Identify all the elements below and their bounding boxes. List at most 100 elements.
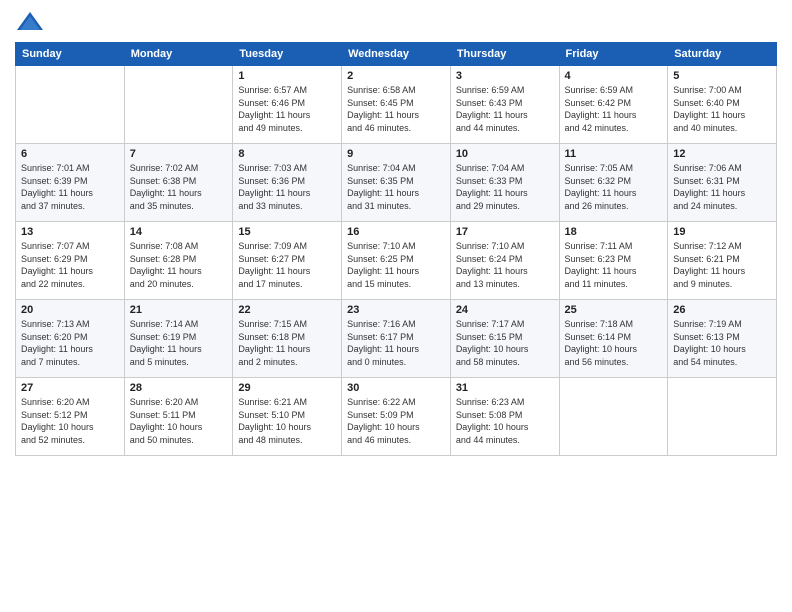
day-cell-2: 2 Sunrise: 6:58 AM Sunset: 6:45 PM Daylig…	[342, 66, 451, 144]
day-cell-21: 21 Sunrise: 7:14 AM Sunset: 6:19 PM Dayli…	[124, 300, 233, 378]
day-number: 8	[238, 148, 336, 160]
day-number: 6	[21, 148, 119, 160]
day-number: 30	[347, 382, 445, 394]
day-detail: Sunrise: 7:16 AM Sunset: 6:17 PM Dayligh…	[347, 318, 445, 368]
day-cell-27: 27 Sunrise: 6:20 AM Sunset: 5:12 PM Dayli…	[16, 378, 125, 456]
day-detail: Sunrise: 7:04 AM Sunset: 6:35 PM Dayligh…	[347, 162, 445, 212]
week-row-5: 27 Sunrise: 6:20 AM Sunset: 5:12 PM Dayli…	[16, 378, 777, 456]
day-cell-24: 24Sunrise: 7:17 AM Sunset: 6:15 PM Dayli…	[450, 300, 559, 378]
day-number: 20	[21, 304, 119, 316]
day-number: 16	[347, 226, 445, 238]
week-row-1: 1 Sunrise: 6:57 AM Sunset: 6:46 PM Daylig…	[16, 66, 777, 144]
day-cell-10: 10Sunrise: 7:04 AM Sunset: 6:33 PM Dayli…	[450, 144, 559, 222]
day-number: 23	[347, 304, 445, 316]
day-number: 26	[673, 304, 771, 316]
day-number: 21	[130, 304, 228, 316]
day-cell-9: 9 Sunrise: 7:04 AM Sunset: 6:35 PM Daylig…	[342, 144, 451, 222]
day-cell-4: 4 Sunrise: 6:59 AM Sunset: 6:42 PM Daylig…	[559, 66, 668, 144]
weekday-header-monday: Monday	[124, 43, 233, 66]
day-cell-12: 12Sunrise: 7:06 AM Sunset: 6:31 PM Dayli…	[668, 144, 777, 222]
day-number: 15	[238, 226, 336, 238]
week-row-3: 13Sunrise: 7:07 AM Sunset: 6:29 PM Dayli…	[16, 222, 777, 300]
weekday-header-row: SundayMondayTuesdayWednesdayThursdayFrid…	[16, 43, 777, 66]
day-cell-13: 13Sunrise: 7:07 AM Sunset: 6:29 PM Dayli…	[16, 222, 125, 300]
day-cell-31: 31 Sunrise: 6:23 AM Sunset: 5:08 PM Dayli…	[450, 378, 559, 456]
day-cell-3: 3 Sunrise: 6:59 AM Sunset: 6:43 PM Daylig…	[450, 66, 559, 144]
day-number: 4	[565, 70, 663, 82]
day-number: 9	[347, 148, 445, 160]
day-cell-8: 8Sunrise: 7:03 AM Sunset: 6:36 PM Daylig…	[233, 144, 342, 222]
day-number: 1	[238, 70, 336, 82]
weekday-header-friday: Friday	[559, 43, 668, 66]
day-cell-19: 19 Sunrise: 7:12 AM Sunset: 6:21 PM Dayli…	[668, 222, 777, 300]
day-number: 14	[130, 226, 228, 238]
empty-cell	[559, 378, 668, 456]
day-cell-6: 6Sunrise: 7:01 AM Sunset: 6:39 PM Daylig…	[16, 144, 125, 222]
day-number: 5	[673, 70, 771, 82]
day-detail: Sunrise: 6:22 AM Sunset: 5:09 PM Dayligh…	[347, 396, 445, 446]
day-detail: Sunrise: 7:09 AM Sunset: 6:27 PM Dayligh…	[238, 240, 336, 290]
day-detail: Sunrise: 7:02 AM Sunset: 6:38 PM Dayligh…	[130, 162, 228, 212]
day-number: 11	[565, 148, 663, 160]
day-detail: Sunrise: 7:06 AM Sunset: 6:31 PM Dayligh…	[673, 162, 771, 212]
day-detail: Sunrise: 6:58 AM Sunset: 6:45 PM Dayligh…	[347, 84, 445, 134]
empty-cell	[16, 66, 125, 144]
day-detail: Sunrise: 6:23 AM Sunset: 5:08 PM Dayligh…	[456, 396, 554, 446]
day-detail: Sunrise: 6:57 AM Sunset: 6:46 PM Dayligh…	[238, 84, 336, 134]
weekday-header-saturday: Saturday	[668, 43, 777, 66]
day-detail: Sunrise: 7:12 AM Sunset: 6:21 PM Dayligh…	[673, 240, 771, 290]
day-detail: Sunrise: 6:59 AM Sunset: 6:43 PM Dayligh…	[456, 84, 554, 134]
day-number: 29	[238, 382, 336, 394]
day-number: 7	[130, 148, 228, 160]
day-detail: Sunrise: 7:14 AM Sunset: 6:19 PM Dayligh…	[130, 318, 228, 368]
empty-cell	[124, 66, 233, 144]
weekday-header-wednesday: Wednesday	[342, 43, 451, 66]
day-detail: Sunrise: 7:19 AM Sunset: 6:13 PM Dayligh…	[673, 318, 771, 368]
day-detail: Sunrise: 7:10 AM Sunset: 6:25 PM Dayligh…	[347, 240, 445, 290]
day-number: 22	[238, 304, 336, 316]
day-detail: Sunrise: 7:00 AM Sunset: 6:40 PM Dayligh…	[673, 84, 771, 134]
day-detail: Sunrise: 6:20 AM Sunset: 5:12 PM Dayligh…	[21, 396, 119, 446]
day-number: 2	[347, 70, 445, 82]
day-number: 17	[456, 226, 554, 238]
empty-cell	[668, 378, 777, 456]
day-cell-14: 14 Sunrise: 7:08 AM Sunset: 6:28 PM Dayli…	[124, 222, 233, 300]
day-cell-25: 25 Sunrise: 7:18 AM Sunset: 6:14 PM Dayli…	[559, 300, 668, 378]
day-detail: Sunrise: 7:05 AM Sunset: 6:32 PM Dayligh…	[565, 162, 663, 212]
day-cell-16: 16 Sunrise: 7:10 AM Sunset: 6:25 PM Dayli…	[342, 222, 451, 300]
day-detail: Sunrise: 7:07 AM Sunset: 6:29 PM Dayligh…	[21, 240, 119, 290]
day-number: 24	[456, 304, 554, 316]
day-cell-23: 23 Sunrise: 7:16 AM Sunset: 6:17 PM Dayli…	[342, 300, 451, 378]
day-cell-18: 18Sunrise: 7:11 AM Sunset: 6:23 PM Dayli…	[559, 222, 668, 300]
day-detail: Sunrise: 6:59 AM Sunset: 6:42 PM Dayligh…	[565, 84, 663, 134]
day-detail: Sunrise: 7:15 AM Sunset: 6:18 PM Dayligh…	[238, 318, 336, 368]
day-detail: Sunrise: 7:08 AM Sunset: 6:28 PM Dayligh…	[130, 240, 228, 290]
weekday-header-sunday: Sunday	[16, 43, 125, 66]
day-detail: Sunrise: 7:18 AM Sunset: 6:14 PM Dayligh…	[565, 318, 663, 368]
day-cell-30: 30 Sunrise: 6:22 AM Sunset: 5:09 PM Dayli…	[342, 378, 451, 456]
day-number: 19	[673, 226, 771, 238]
day-detail: Sunrise: 6:20 AM Sunset: 5:11 PM Dayligh…	[130, 396, 228, 446]
day-detail: Sunrise: 7:10 AM Sunset: 6:24 PM Dayligh…	[456, 240, 554, 290]
calendar-table: SundayMondayTuesdayWednesdayThursdayFrid…	[15, 42, 777, 456]
day-cell-15: 15 Sunrise: 7:09 AM Sunset: 6:27 PM Dayli…	[233, 222, 342, 300]
day-number: 25	[565, 304, 663, 316]
weekday-header-tuesday: Tuesday	[233, 43, 342, 66]
day-number: 18	[565, 226, 663, 238]
day-detail: Sunrise: 7:04 AM Sunset: 6:33 PM Dayligh…	[456, 162, 554, 212]
week-row-2: 6Sunrise: 7:01 AM Sunset: 6:39 PM Daylig…	[16, 144, 777, 222]
day-detail: Sunrise: 6:21 AM Sunset: 5:10 PM Dayligh…	[238, 396, 336, 446]
day-cell-17: 17 Sunrise: 7:10 AM Sunset: 6:24 PM Dayli…	[450, 222, 559, 300]
page: SundayMondayTuesdayWednesdayThursdayFrid…	[0, 0, 792, 612]
day-number: 27	[21, 382, 119, 394]
day-cell-28: 28Sunrise: 6:20 AM Sunset: 5:11 PM Dayli…	[124, 378, 233, 456]
day-detail: Sunrise: 7:13 AM Sunset: 6:20 PM Dayligh…	[21, 318, 119, 368]
day-cell-26: 26 Sunrise: 7:19 AM Sunset: 6:13 PM Dayli…	[668, 300, 777, 378]
day-cell-7: 7 Sunrise: 7:02 AM Sunset: 6:38 PM Daylig…	[124, 144, 233, 222]
logo-icon	[15, 10, 45, 34]
day-number: 31	[456, 382, 554, 394]
day-number: 3	[456, 70, 554, 82]
day-cell-22: 22 Sunrise: 7:15 AM Sunset: 6:18 PM Dayli…	[233, 300, 342, 378]
header	[15, 10, 777, 34]
week-row-4: 20 Sunrise: 7:13 AM Sunset: 6:20 PM Dayli…	[16, 300, 777, 378]
